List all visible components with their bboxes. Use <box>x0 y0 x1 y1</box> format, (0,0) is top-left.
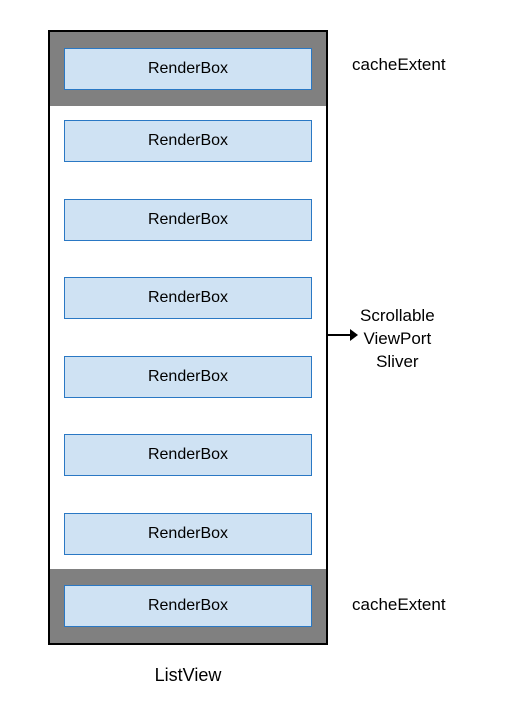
render-box-label: RenderBox <box>148 597 228 615</box>
render-box: RenderBox <box>64 48 312 90</box>
render-box-label: RenderBox <box>148 132 228 150</box>
viewport-label-line: Scrollable <box>360 305 435 328</box>
cache-extent-top: RenderBox <box>50 32 326 106</box>
render-box: RenderBox <box>64 356 312 398</box>
viewport-label-line: ViewPort <box>360 328 435 351</box>
scrollable-viewport: RenderBox RenderBox RenderBox RenderBox … <box>50 106 326 569</box>
viewport-label: Scrollable ViewPort Sliver <box>360 305 435 374</box>
render-box: RenderBox <box>64 434 312 476</box>
arrow-icon <box>328 326 358 344</box>
render-box: RenderBox <box>64 277 312 319</box>
cache-extent-bottom-label: cacheExtent <box>352 595 446 615</box>
render-box-label: RenderBox <box>148 368 228 386</box>
render-box-label: RenderBox <box>148 211 228 229</box>
cache-extent-top-label: cacheExtent <box>352 55 446 75</box>
diagram-caption: ListView <box>48 665 328 686</box>
cache-extent-bottom: RenderBox <box>50 569 326 643</box>
render-box-label: RenderBox <box>148 446 228 464</box>
render-box: RenderBox <box>64 585 312 627</box>
viewport-label-line: Sliver <box>360 351 435 374</box>
render-box-label: RenderBox <box>148 60 228 78</box>
render-box: RenderBox <box>64 513 312 555</box>
render-box-label: RenderBox <box>148 289 228 307</box>
listview-container: RenderBox RenderBox RenderBox RenderBox … <box>48 30 328 645</box>
render-box-label: RenderBox <box>148 525 228 543</box>
render-box: RenderBox <box>64 199 312 241</box>
render-box: RenderBox <box>64 120 312 162</box>
